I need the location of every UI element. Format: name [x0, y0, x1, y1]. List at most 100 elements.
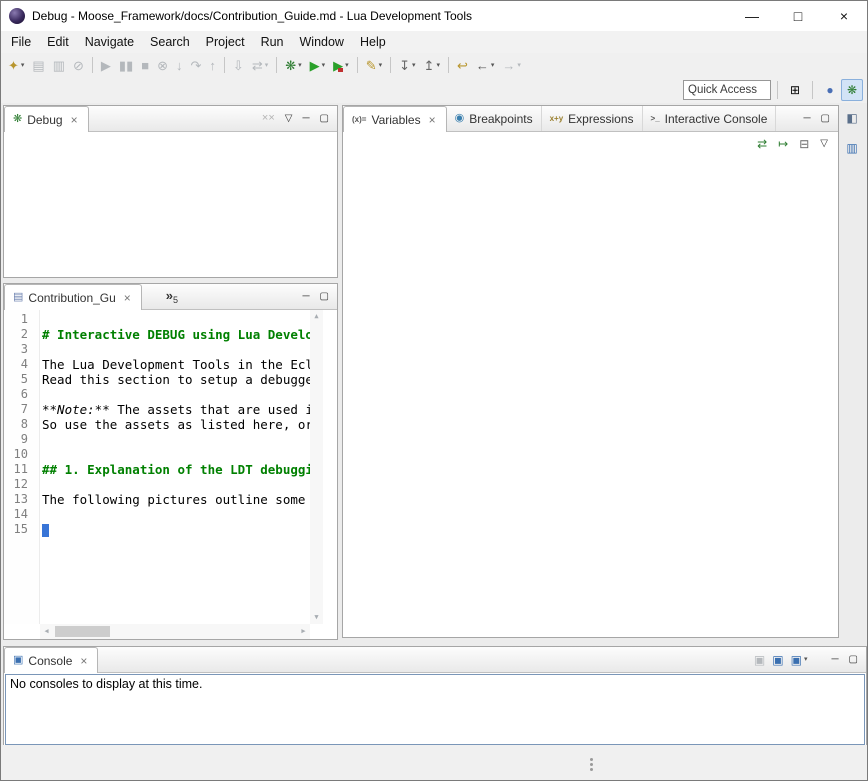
- open-perspective-icon[interactable]: ⊞: [784, 79, 806, 101]
- line-text: ## 1. Explanation of the LDT debuggin: [34, 462, 310, 477]
- code-line[interactable]: 1: [4, 312, 310, 327]
- menu-help[interactable]: Help: [352, 33, 394, 51]
- tab-debug[interactable]: ❋ Debug ×: [4, 106, 89, 132]
- debug-icon[interactable]: ❋▾: [281, 54, 305, 76]
- save-icon[interactable]: ▤: [28, 54, 48, 76]
- menu-window[interactable]: Window: [292, 33, 352, 51]
- disconnect-icon[interactable]: ⊗: [153, 54, 172, 76]
- console-text-area[interactable]: No consoles to display at this time.: [5, 674, 865, 745]
- collapse-all-icon[interactable]: ⊟: [799, 138, 809, 150]
- variables-icon: (x)=: [352, 116, 366, 124]
- save-all-icon[interactable]: ▥: [49, 54, 69, 76]
- scroll-up-icon[interactable]: ▲: [314, 310, 318, 323]
- pin-console-icon[interactable]: ▣: [754, 654, 765, 666]
- code-line[interactable]: 10: [4, 447, 310, 462]
- minimized-view-2-icon[interactable]: ▥: [841, 137, 863, 159]
- code-line[interactable]: 13The following pictures outline some o: [4, 492, 310, 507]
- ldt-perspective-button[interactable]: ●: [819, 79, 841, 101]
- view-menu-icon[interactable]: ▽: [820, 139, 828, 149]
- resume-icon[interactable]: ▶: [97, 54, 115, 76]
- close-icon[interactable]: ×: [427, 113, 438, 127]
- code-line[interactable]: 8So use the assets as listed here, or: [4, 417, 310, 432]
- quick-access-input[interactable]: [683, 80, 771, 100]
- minimize-view-icon[interactable]: ─: [831, 655, 838, 665]
- menu-project[interactable]: Project: [198, 33, 253, 51]
- tab-breakpoints[interactable]: ◉Breakpoints: [447, 106, 542, 131]
- menu-navigate[interactable]: Navigate: [77, 33, 142, 51]
- scrollbar-thumb[interactable]: [55, 626, 110, 637]
- skip-all-breakpoints-icon[interactable]: ⊘: [69, 54, 88, 76]
- minimize-view-icon[interactable]: ─: [302, 292, 309, 302]
- previous-annotation-icon[interactable]: ↥▾: [420, 54, 444, 76]
- tab-console[interactable]: ▣ Console ×: [4, 647, 98, 673]
- maximize-button[interactable]: □: [775, 1, 821, 31]
- menu-edit[interactable]: Edit: [39, 33, 77, 51]
- view-menu-icon[interactable]: ▽: [285, 114, 293, 124]
- code-line[interactable]: 2# Interactive DEBUG using Lua Develop: [4, 327, 310, 342]
- display-selected-console-icon[interactable]: ▣: [772, 654, 783, 666]
- drop-to-frame-icon[interactable]: ⇩: [229, 54, 248, 76]
- close-button[interactable]: ×: [821, 1, 867, 31]
- menu-run[interactable]: Run: [253, 33, 292, 51]
- close-icon[interactable]: ×: [78, 654, 89, 668]
- step-return-icon[interactable]: ↑: [205, 54, 220, 76]
- scroll-left-icon[interactable]: ◀: [40, 628, 53, 635]
- code-line[interactable]: 4The Lua Development Tools in the Ecli: [4, 357, 310, 372]
- minimized-view-1-icon[interactable]: ◧: [841, 107, 863, 129]
- vertical-scrollbar[interactable]: ▲ ▼: [310, 310, 323, 624]
- close-icon[interactable]: ×: [69, 113, 80, 127]
- remove-all-terminated-icon[interactable]: ××: [262, 113, 275, 124]
- title-bar[interactable]: Debug - Moose_Framework/docs/Contributio…: [1, 1, 867, 31]
- code-line[interactable]: 14: [4, 507, 310, 522]
- tab-variables[interactable]: (x)=Variables×: [343, 106, 447, 132]
- step-into-icon[interactable]: ↓: [172, 54, 187, 76]
- horizontal-scrollbar[interactable]: ◀ ▶: [40, 624, 310, 639]
- use-step-filters-icon[interactable]: ⇄▾: [248, 54, 272, 76]
- show-logical-structure-icon[interactable]: ↦: [778, 138, 788, 150]
- debug-view-tabbar: ❋ Debug × ×× ▽ ─ ▢: [4, 106, 337, 132]
- suspend-icon[interactable]: ▮▮: [115, 54, 137, 76]
- show-type-names-icon[interactable]: ⇄: [757, 138, 767, 150]
- sash-grip[interactable]: [590, 758, 593, 761]
- mark-occurrences-icon[interactable]: ✎▾: [362, 54, 386, 76]
- maximize-view-icon[interactable]: ▢: [320, 114, 329, 124]
- minimize-button[interactable]: —: [729, 1, 775, 31]
- code-line[interactable]: 6: [4, 387, 310, 402]
- maximize-view-icon[interactable]: ▢: [849, 655, 858, 665]
- minimize-view-icon[interactable]: ─: [803, 114, 810, 124]
- editor-tab-overflow[interactable]: » 5: [166, 289, 178, 305]
- maximize-view-icon[interactable]: ▢: [320, 292, 329, 302]
- console-tabbar: ▣ Console × ▣ ▣ ▣▾ ─ ▢: [4, 647, 866, 673]
- line-text: [34, 342, 42, 357]
- code-line[interactable]: 15: [4, 522, 310, 537]
- minimize-view-icon[interactable]: ─: [302, 114, 309, 124]
- code-line[interactable]: 5Read this section to setup a debugger: [4, 372, 310, 387]
- new-icon[interactable]: ✦▾: [4, 54, 28, 76]
- code-line[interactable]: 7**Note:** The assets that are used in: [4, 402, 310, 417]
- debug-perspective-button[interactable]: ❋: [841, 79, 863, 101]
- run-icon[interactable]: ▶▾: [306, 54, 330, 76]
- menu-search[interactable]: Search: [142, 33, 198, 51]
- menu-file[interactable]: File: [3, 33, 39, 51]
- tab-expressions[interactable]: x+yExpressions: [542, 106, 643, 131]
- scroll-right-icon[interactable]: ▶: [297, 628, 310, 635]
- close-icon[interactable]: ×: [122, 291, 133, 305]
- code-line[interactable]: 12: [4, 477, 310, 492]
- code-line[interactable]: 9: [4, 432, 310, 447]
- terminate-icon[interactable]: ■: [137, 54, 153, 76]
- toolbar-separator: [276, 57, 277, 73]
- forward-icon[interactable]: →▾: [498, 54, 525, 76]
- external-tools-icon[interactable]: ▶▾: [329, 54, 353, 76]
- last-edit-location-icon[interactable]: ↩: [453, 54, 472, 76]
- step-over-icon[interactable]: ↷: [187, 54, 206, 76]
- scroll-down-icon[interactable]: ▼: [314, 611, 318, 624]
- maximize-view-icon[interactable]: ▢: [821, 114, 830, 124]
- open-console-icon[interactable]: ▣▾: [791, 654, 808, 666]
- back-icon[interactable]: ←▾: [472, 54, 499, 76]
- code-line[interactable]: 11## 1. Explanation of the LDT debuggin: [4, 462, 310, 477]
- code-line[interactable]: 3: [4, 342, 310, 357]
- next-annotation-icon[interactable]: ↧▾: [395, 54, 419, 76]
- tab-interactive-console[interactable]: >_Interactive Console: [643, 106, 777, 131]
- editor-content[interactable]: 12# Interactive DEBUG using Lua Develop3…: [4, 310, 337, 639]
- tab-contribution-guide[interactable]: ▤ Contribution_Gu ×: [4, 284, 142, 310]
